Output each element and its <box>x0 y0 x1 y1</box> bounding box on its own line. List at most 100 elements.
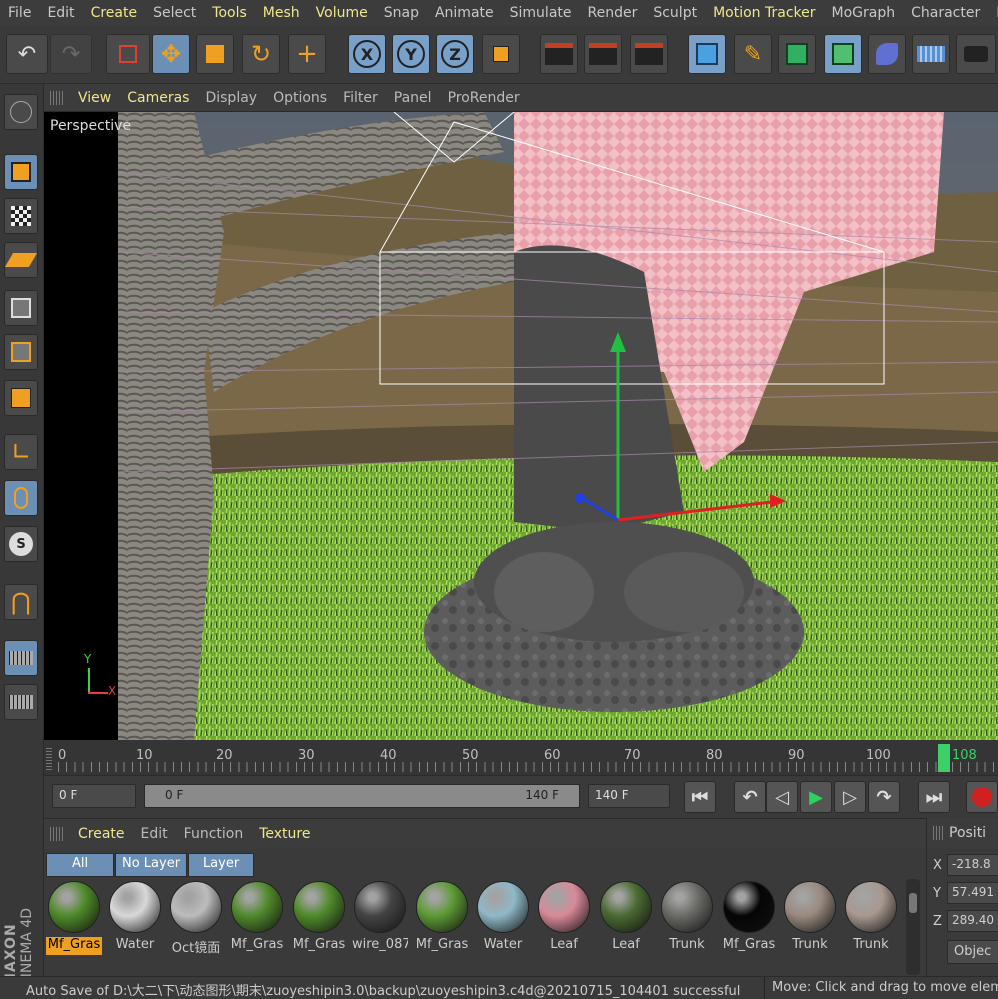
position-x-field[interactable]: -218.8 <box>947 854 998 876</box>
material-swatch[interactable]: Trunk <box>782 879 838 955</box>
redo-button[interactable]: ↷ <box>50 34 92 74</box>
x-axis-lock-button[interactable]: X <box>348 34 386 74</box>
scrollbar-thumb[interactable] <box>909 893 917 913</box>
menu-mograph[interactable]: MoGraph <box>824 5 904 21</box>
z-axis-lock-button[interactable]: Z <box>436 34 474 74</box>
position-y-field[interactable]: 57.491 <box>947 882 998 904</box>
magnet-button[interactable]: ⋂ <box>4 584 38 620</box>
end-frame-field[interactable]: 140 F <box>588 784 670 808</box>
points-mode-button[interactable] <box>4 290 38 326</box>
deformer-button[interactable] <box>868 34 906 74</box>
material-menu-texture[interactable]: Texture <box>251 826 318 842</box>
viewport-menu-view[interactable]: View <box>70 90 119 106</box>
snap-button[interactable]: S <box>4 526 38 562</box>
rotate-tool-button[interactable]: ↻ <box>242 34 280 74</box>
undo-button[interactable]: ↶ <box>6 34 48 74</box>
position-z-field[interactable]: 289.40 <box>947 910 998 932</box>
planar-workplane-button[interactable] <box>4 684 38 720</box>
render-view-button[interactable] <box>540 34 578 74</box>
menu-character[interactable]: Character <box>903 5 988 21</box>
next-frame-button[interactable]: ▷ <box>834 781 866 813</box>
material-swatch[interactable]: Leaf <box>536 879 592 955</box>
menu-edit[interactable]: Edit <box>39 5 82 21</box>
material-swatch[interactable]: Mf_Gras <box>721 879 777 955</box>
recent-tools-button[interactable]: + <box>288 34 326 74</box>
menu-tools[interactable]: Tools <box>204 5 255 21</box>
tab-all[interactable]: All <box>46 853 114 877</box>
menu-select[interactable]: Select <box>145 5 204 21</box>
viewport-menu-options[interactable]: Options <box>265 90 335 106</box>
live-selection-button[interactable] <box>106 34 150 74</box>
play-button[interactable]: ▶ <box>800 781 832 813</box>
tab-no-layer[interactable]: No Layer <box>115 853 188 877</box>
render-settings-button[interactable] <box>630 34 668 74</box>
subdivision-surface-button[interactable] <box>778 34 816 74</box>
floor-button[interactable] <box>912 34 950 74</box>
material-preview-sphere <box>48 881 100 933</box>
model-mode-button[interactable] <box>4 154 38 190</box>
material-swatch[interactable]: Oct镜面 <box>168 879 224 955</box>
enable-axis-button[interactable]: ∟ <box>4 434 38 470</box>
menu-render[interactable]: Render <box>580 5 646 21</box>
y-axis-icon: Y <box>397 40 425 68</box>
edges-mode-button[interactable] <box>4 334 38 370</box>
y-axis-lock-button[interactable]: Y <box>392 34 430 74</box>
lock-workplane-button[interactable] <box>4 640 38 676</box>
perspective-viewport[interactable]: Perspective Y X <box>44 112 998 740</box>
coordinate-system-button[interactable] <box>482 34 520 74</box>
material-menu-function[interactable]: Function <box>176 826 252 842</box>
viewport-menu-filter[interactable]: Filter <box>335 90 386 106</box>
viewport-menu-cameras[interactable]: Cameras <box>119 90 197 106</box>
previous-frame-button[interactable]: ◁ <box>766 781 798 813</box>
scale-tool-button[interactable] <box>196 34 234 74</box>
menu-create[interactable]: Create <box>83 5 146 21</box>
workplane-mode-button[interactable] <box>4 242 38 278</box>
next-key-button[interactable]: ↷ <box>868 781 900 813</box>
render-to-picture-viewer-button[interactable] <box>584 34 622 74</box>
menu-file[interactable]: File <box>0 5 39 21</box>
material-swatch[interactable]: Trunk <box>659 879 715 955</box>
material-swatch[interactable]: Mf_Gras <box>414 879 470 955</box>
camera-button[interactable] <box>956 34 996 74</box>
menu-pipeline[interactable]: Pipe <box>988 5 998 21</box>
material-swatch[interactable]: Mf_Gras <box>46 879 102 955</box>
go-to-start-button[interactable]: ⏮ <box>684 781 716 813</box>
menu-mesh[interactable]: Mesh <box>255 5 308 21</box>
timeline-ruler[interactable]: 0 10 20 30 40 50 60 70 80 90 100 108 <box>44 740 998 776</box>
menu-simulate[interactable]: Simulate <box>502 5 580 21</box>
viewport-menu-prorender[interactable]: ProRender <box>440 90 528 106</box>
viewport-menu-display[interactable]: Display <box>197 90 265 106</box>
viewport-solo-button[interactable] <box>4 94 38 130</box>
texture-mode-button[interactable] <box>4 198 38 234</box>
tab-layer[interactable]: Layer <box>188 853 255 877</box>
menu-motion-tracker[interactable]: Motion Tracker <box>705 5 823 21</box>
previous-key-button[interactable]: ↶ <box>734 781 766 813</box>
material-menu-create[interactable]: Create <box>70 826 133 842</box>
object-dropdown[interactable]: Objec <box>947 940 998 964</box>
material-swatch[interactable]: Trunk <box>843 879 899 955</box>
material-swatch[interactable]: Water <box>107 879 163 955</box>
material-menu-edit[interactable]: Edit <box>133 826 176 842</box>
go-to-end-button[interactable]: ⏭ <box>918 781 950 813</box>
tweak-mode-button[interactable] <box>4 480 38 516</box>
material-swatch[interactable]: Leaf <box>598 879 654 955</box>
frame-range-slider[interactable]: 0 F 140 F <box>144 784 580 808</box>
record-button[interactable] <box>966 781 998 813</box>
menu-animate[interactable]: Animate <box>427 5 502 21</box>
move-tool-button[interactable]: ✥ <box>152 34 190 74</box>
pen-spline-button[interactable]: ✎ <box>734 34 772 74</box>
material-scrollbar[interactable] <box>906 879 920 975</box>
material-swatch[interactable]: Water <box>475 879 531 955</box>
polygons-mode-button[interactable] <box>4 380 38 416</box>
start-frame-field[interactable]: 0 F <box>52 784 136 808</box>
playhead[interactable] <box>938 744 950 772</box>
cloner-button[interactable] <box>824 34 862 74</box>
menu-volume[interactable]: Volume <box>308 5 376 21</box>
material-swatch[interactable]: Mf_Gras <box>229 879 285 955</box>
cube-primitive-button[interactable] <box>688 34 726 74</box>
material-swatch[interactable]: Mf_Gras <box>291 879 347 955</box>
menu-sculpt[interactable]: Sculpt <box>645 5 705 21</box>
menu-snap[interactable]: Snap <box>376 5 427 21</box>
viewport-menu-panel[interactable]: Panel <box>386 90 440 106</box>
material-swatch[interactable]: wire_087 <box>352 879 408 955</box>
